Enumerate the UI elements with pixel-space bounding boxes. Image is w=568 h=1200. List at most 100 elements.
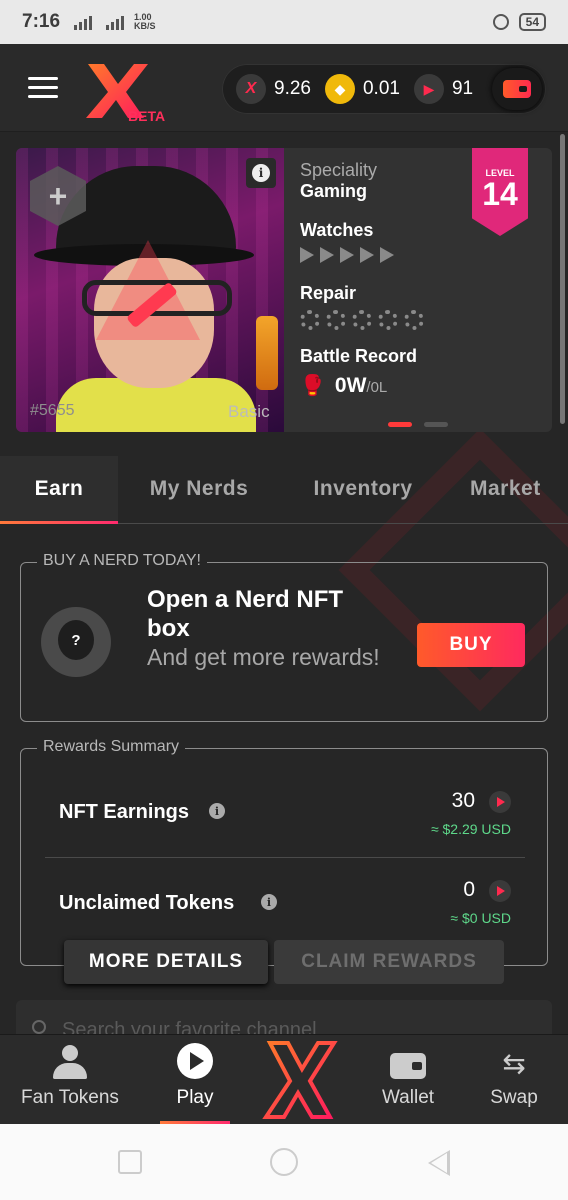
mystery-nerd-avatar: ? [41, 607, 111, 677]
reward-row-unclaimed-tokens: Unclaimed Tokens i 0 ≈ $0 USD [45, 857, 525, 947]
watch-play-icon [320, 247, 334, 263]
rewards-legend: Rewards Summary [37, 738, 186, 756]
carousel-dot[interactable] [424, 422, 448, 427]
back-icon[interactable] [428, 1150, 450, 1176]
reward-usd: ≈ $2.29 USD [430, 821, 511, 837]
battle-losses: /0L [366, 379, 388, 396]
battle-record-label: Battle Record [300, 346, 418, 366]
info-icon: i [252, 164, 270, 182]
balance-value: 0.01 [362, 78, 400, 99]
watch-play-icon [380, 247, 394, 263]
buy-box-title: Open a Nerd NFT box [147, 586, 344, 642]
more-details-button[interactable]: MORE DETAILS [64, 940, 268, 984]
tab-inventory[interactable]: Inventory [290, 456, 436, 522]
lock-rotation-icon [492, 14, 509, 30]
wallet-icon [503, 80, 531, 98]
play-token-icon: ▶ [413, 74, 444, 104]
x-logo-icon[interactable] [262, 1039, 338, 1121]
nav-label: Swap [490, 1087, 538, 1108]
buy-button[interactable]: BUY [417, 623, 525, 667]
nft-id: #5655 [30, 402, 75, 419]
balances-pill: X 9.26 ◆ 0.01 ▶ 91 [222, 64, 546, 114]
nav-wallet[interactable]: Wallet [366, 1035, 450, 1125]
recent-apps-icon[interactable] [118, 1150, 142, 1174]
watch-play-icon [360, 247, 374, 263]
wallet-icon [390, 1053, 426, 1079]
balance-x-token[interactable]: X 9.26 [236, 74, 311, 104]
reward-label: NFT Earnings [59, 801, 190, 823]
signal-icon-2 [106, 14, 125, 30]
nft-tier: Basic [228, 402, 270, 421]
tab-bar: Earn My Nerds Inventory Market [0, 456, 568, 524]
status-time: 7:16 [22, 11, 61, 32]
rewards-summary: Rewards Summary NFT Earnings i 30 ≈ $2.2… [20, 738, 548, 966]
gear-icon [326, 310, 346, 330]
beta-label: BETA [128, 108, 166, 124]
nav-label: Fan Tokens [21, 1087, 119, 1108]
watch-play-icon [300, 247, 314, 263]
tab-earn[interactable]: Earn [0, 456, 118, 524]
nav-play[interactable]: Play [160, 1035, 230, 1125]
info-icon[interactable]: i [209, 803, 225, 819]
home-icon[interactable] [270, 1148, 298, 1176]
wallet-button[interactable] [492, 68, 542, 110]
buy-box-subtitle: And get more rewards! [147, 644, 380, 670]
play-token-icon [489, 880, 511, 902]
battle-wins: 0W [334, 374, 367, 397]
swap-icon: ⇆ [502, 1048, 526, 1079]
x-token-icon: X [236, 74, 266, 104]
search-icon [32, 1020, 46, 1034]
reward-label: Unclaimed Tokens [59, 892, 235, 914]
question-mark-icon: ? [58, 620, 94, 660]
system-navigation-bar [0, 1124, 568, 1200]
level-value: 14 [482, 176, 518, 212]
scrollbar[interactable] [560, 134, 565, 424]
play-token-icon [489, 791, 511, 813]
balance-value: 91 [451, 78, 474, 99]
play-icon [177, 1043, 213, 1079]
info-icon[interactable]: i [261, 894, 277, 910]
bnb-coin-icon: ◆ [324, 74, 355, 104]
balance-bnb[interactable]: ◆ 0.01 [324, 74, 400, 104]
app-header: BETA X 9.26 ◆ 0.01 ▶ 91 [0, 44, 568, 132]
balance-value: 9.26 [274, 78, 311, 99]
balance-play-token[interactable]: ▶ 91 [413, 74, 474, 104]
nav-label: Wallet [381, 1087, 435, 1108]
nav-label: Play [176, 1087, 214, 1108]
gear-icon [300, 310, 320, 330]
carousel-dot-active[interactable] [388, 422, 412, 427]
network-speed: 1.00 KB/S [134, 13, 156, 31]
nft-card[interactable]: + i #5655 Basic Speciality Gaming Watche… [16, 148, 552, 432]
buy-nerd-box: BUY A NERD TODAY! ? Open a Nerd NFT box … [20, 552, 548, 722]
status-bar: 7:16 1.00 KB/S 54 [0, 0, 568, 44]
gear-icon [404, 310, 424, 330]
battery-icon: 54 [518, 13, 546, 31]
nft-image: + i #5655 Basic [16, 148, 284, 432]
nav-swap[interactable]: ⇆ Swap [476, 1035, 552, 1125]
watch-play-icon [340, 247, 354, 263]
tab-my-nerds[interactable]: My Nerds [128, 456, 270, 522]
level-badge: LEVEL 14 [472, 148, 528, 236]
gear-icon [352, 310, 372, 330]
info-button[interactable]: i [246, 158, 276, 188]
battle-record: 🥊 0W/0L [300, 373, 540, 398]
reward-value: 30 [451, 789, 475, 812]
watches-rating [300, 247, 540, 263]
reward-value: 0 [463, 878, 475, 901]
menu-icon[interactable] [28, 77, 58, 99]
person-icon [53, 1045, 87, 1079]
buy-box-legend: BUY A NERD TODAY! [37, 552, 207, 570]
boxing-gloves-icon: 🥊 [300, 375, 325, 397]
repair-rating [300, 310, 540, 330]
repair-label: Repair [300, 283, 357, 303]
nav-fan-tokens[interactable]: Fan Tokens [0, 1035, 140, 1125]
network-speed-unit: KB/S [134, 21, 156, 31]
carousel-dots [388, 422, 448, 427]
bottom-navigation: Fan Tokens Play Wallet ⇆ Swap [0, 1034, 568, 1125]
claim-rewards-button[interactable]: CLAIM REWARDS [274, 940, 504, 984]
tab-market[interactable]: Market [456, 456, 568, 522]
reward-usd: ≈ $0 USD [450, 910, 511, 926]
signal-icon [74, 14, 93, 30]
reward-row-nft-earnings: NFT Earnings i 30 ≈ $2.29 USD [45, 769, 525, 859]
gear-icon [378, 310, 398, 330]
